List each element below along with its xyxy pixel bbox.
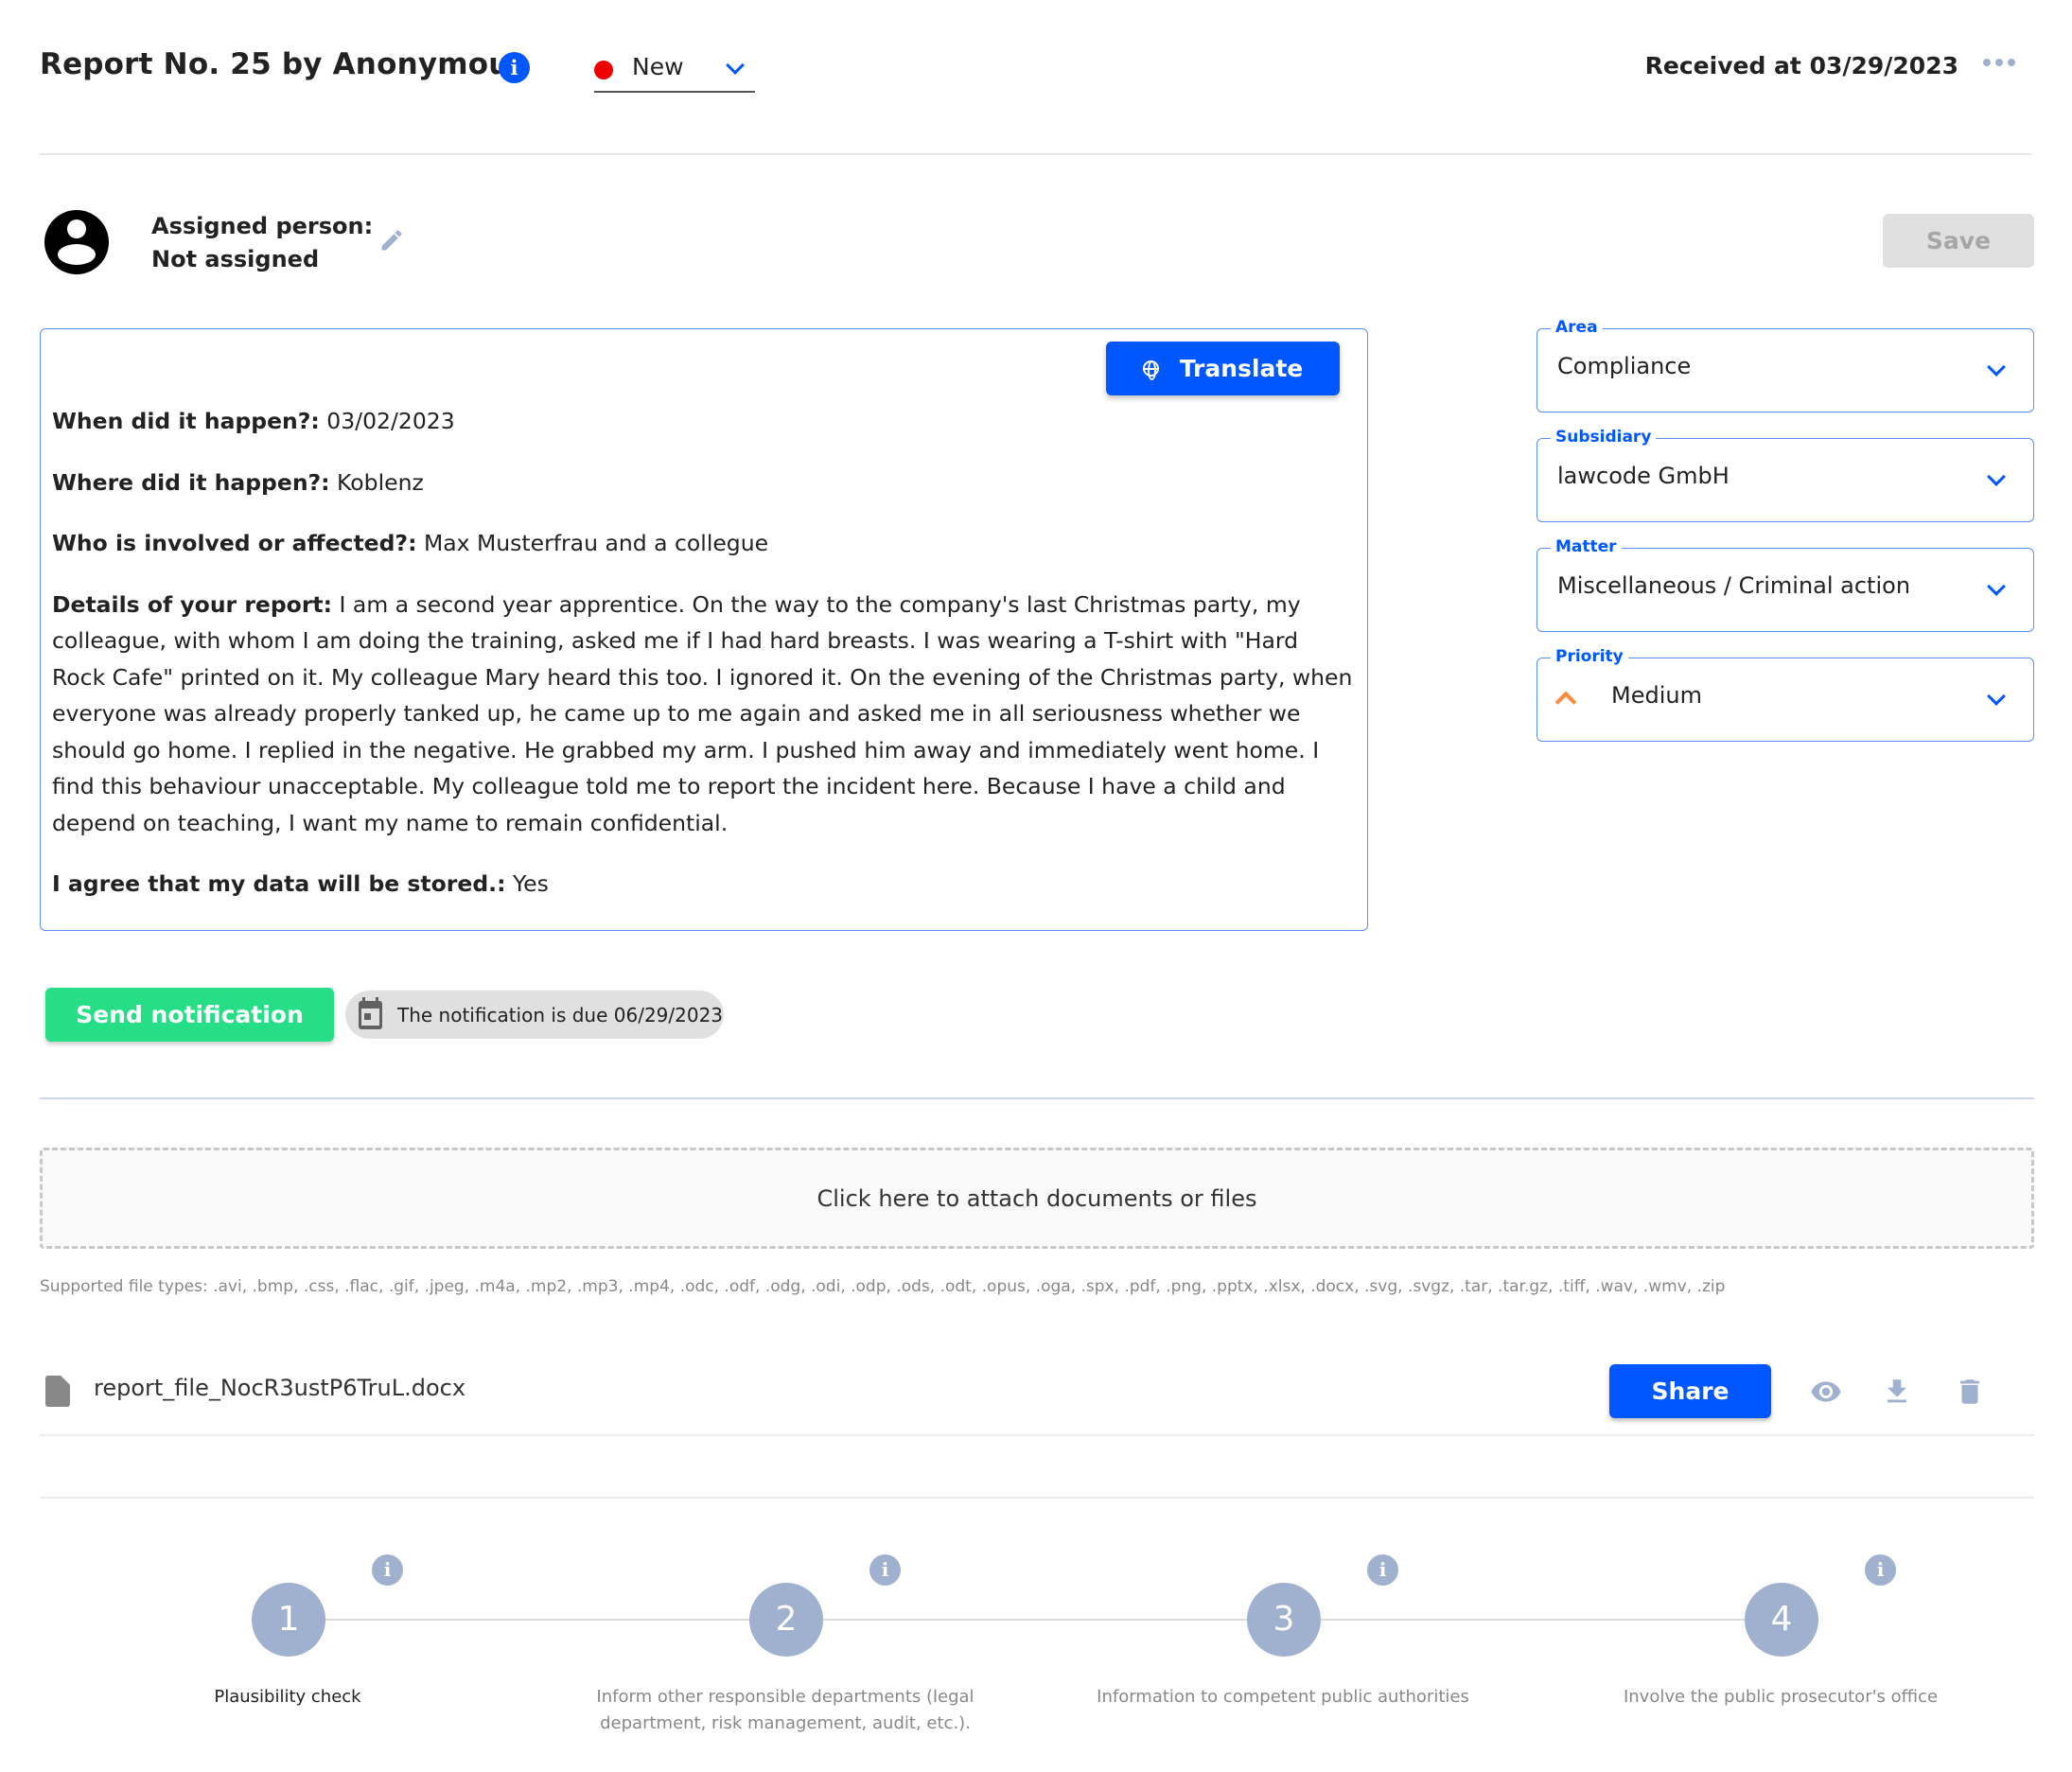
priority-label: Priority <box>1551 647 1628 666</box>
status-value: New <box>632 53 684 80</box>
step-1[interactable]: 1 i Plausibility check <box>51 1554 524 1772</box>
translate-label: Translate <box>1179 355 1304 382</box>
chevron-down-icon <box>1987 358 2006 377</box>
area-select[interactable]: Area Compliance <box>1536 318 2034 412</box>
info-icon[interactable]: i <box>1865 1554 1896 1586</box>
step-number[interactable]: 1 <box>252 1583 325 1657</box>
report-field: I agree that my data will be stored.: Ye… <box>52 870 549 897</box>
report-field: Details of your report: I am a second ye… <box>52 590 1353 836</box>
step-number[interactable]: 2 <box>749 1583 823 1657</box>
eye-icon[interactable] <box>1809 1376 1843 1408</box>
chevron-down-icon <box>1987 687 2006 706</box>
attach-dropzone[interactable]: Click here to attach documents or files <box>40 1148 2034 1249</box>
assigned-person-value: Not assigned <box>151 246 320 272</box>
info-icon[interactable]: i <box>499 52 530 83</box>
subsidiary-label: Subsidiary <box>1551 428 1657 447</box>
divider <box>40 1097 2034 1099</box>
matter-select[interactable]: Matter Miscellaneous / Criminal action <box>1536 537 2034 632</box>
matter-value: Miscellaneous / Criminal action <box>1557 572 1911 599</box>
page-title: Report No. 25 by Anonymous <box>40 47 528 81</box>
step-label: Involve the public prosecutor's office <box>1623 1687 1939 1707</box>
due-date-text: The notification is due 06/29/2023 <box>397 1003 724 1026</box>
file-row: report_file_NocR3ustP6TruL.docx Share <box>40 1362 2034 1436</box>
info-icon[interactable]: i <box>1367 1554 1398 1586</box>
priority-medium-icon <box>1554 691 1577 713</box>
info-icon[interactable]: i <box>372 1554 403 1586</box>
file-name[interactable]: report_file_NocR3ustP6TruL.docx <box>94 1375 465 1401</box>
report-field: Where did it happen?: Koblenz <box>52 468 424 496</box>
matter-label: Matter <box>1551 537 1622 556</box>
share-button[interactable]: Share <box>1609 1364 1771 1418</box>
step-4[interactable]: 4 i Involve the public prosecutor's offi… <box>1544 1554 2017 1772</box>
save-button[interactable]: Save <box>1883 214 2034 268</box>
assigned-person-label: Assigned person: <box>151 213 374 239</box>
attach-label: Click here to attach documents or files <box>817 1184 1257 1212</box>
chevron-down-icon <box>726 56 745 75</box>
step-number[interactable]: 3 <box>1247 1583 1321 1657</box>
download-icon[interactable] <box>1880 1376 1914 1408</box>
chevron-down-icon <box>1987 577 2006 596</box>
divider <box>40 1497 2034 1499</box>
calendar-icon <box>359 996 382 1029</box>
translate-button[interactable]: Translate <box>1106 342 1340 395</box>
status-dot-icon <box>594 61 613 79</box>
subsidiary-value: lawcode GmbH <box>1557 463 1730 489</box>
step-2[interactable]: 2 i Inform other responsible departments… <box>549 1554 1022 1772</box>
step-label: Inform other responsible departments (le… <box>596 1687 975 1733</box>
info-icon[interactable]: i <box>869 1554 901 1586</box>
step-3[interactable]: 3 i Information to competent public auth… <box>1046 1554 1519 1772</box>
priority-value: Medium <box>1611 682 1702 709</box>
more-options-icon[interactable] <box>1983 59 2015 66</box>
file-icon <box>45 1376 70 1407</box>
assigned-person: Assigned person: Not assigned <box>151 210 373 276</box>
received-date: Received at 03/29/2023 <box>1644 52 1958 79</box>
due-date-chip: The notification is due 06/29/2023 <box>345 991 724 1039</box>
priority-select[interactable]: Priority Medium <box>1536 647 2034 742</box>
report-field: Who is involved or affected?: Max Muster… <box>52 530 769 556</box>
send-notification-button[interactable]: Send notification <box>45 988 334 1042</box>
trash-icon[interactable] <box>1953 1376 1987 1408</box>
avatar-icon <box>44 210 109 274</box>
globe-icon <box>1142 360 1159 380</box>
report-fields: When did it happen?: 03/02/2023 Where di… <box>52 403 1358 927</box>
status-select[interactable]: New <box>594 49 755 93</box>
step-label: Plausibility check <box>214 1687 361 1707</box>
pencil-icon[interactable] <box>378 227 405 254</box>
page-header: Report No. 25 by Anonymous i New Receive… <box>40 0 2032 155</box>
step-number[interactable]: 4 <box>1745 1583 1818 1657</box>
report-field: When did it happen?: 03/02/2023 <box>52 408 455 434</box>
supported-file-types: Supported file types: .avi, .bmp, .css, … <box>40 1277 1726 1296</box>
step-label: Information to competent public authorit… <box>1097 1687 1469 1707</box>
chevron-down-icon <box>1987 467 2006 486</box>
report-content-box: Translate When did it happen?: 03/02/202… <box>40 328 1368 931</box>
subsidiary-select[interactable]: Subsidiary lawcode GmbH <box>1536 428 2034 522</box>
area-value: Compliance <box>1557 353 1692 379</box>
area-label: Area <box>1551 318 1603 337</box>
